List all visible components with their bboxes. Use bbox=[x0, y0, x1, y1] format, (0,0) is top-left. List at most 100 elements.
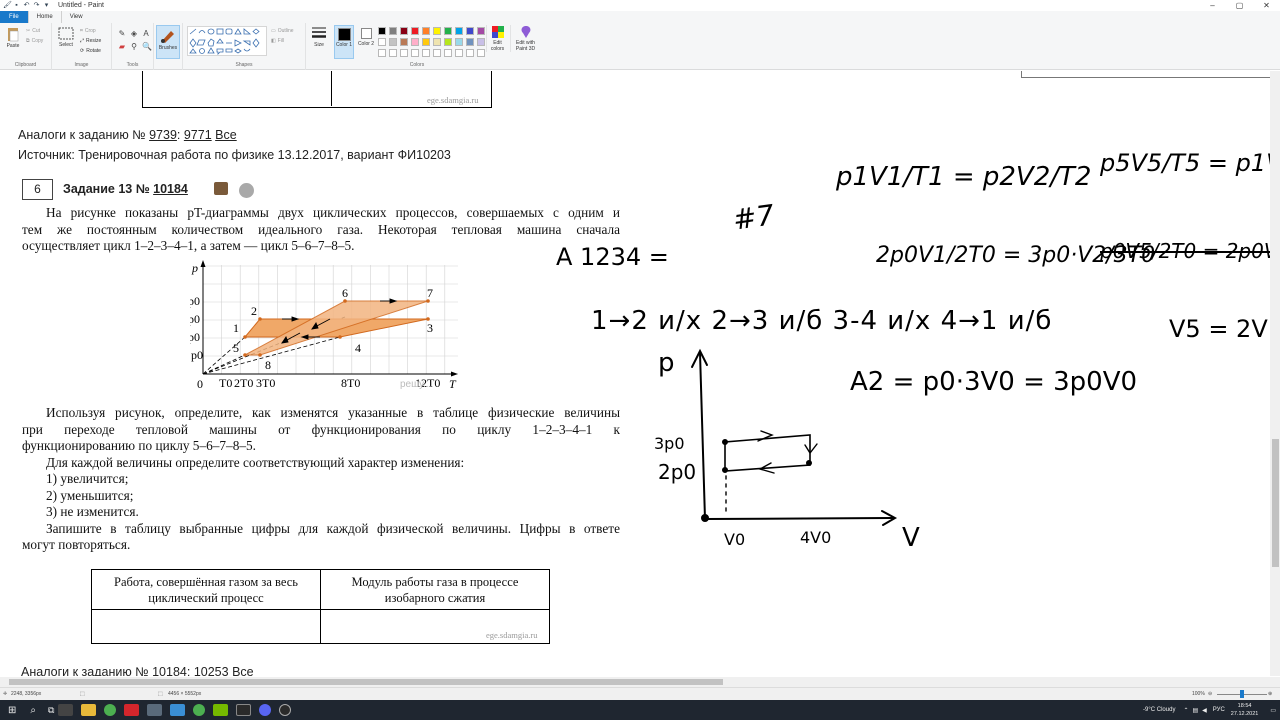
palette-swatch-empty[interactable] bbox=[466, 49, 474, 57]
color2-swatch bbox=[360, 28, 372, 39]
palette-swatch[interactable] bbox=[411, 27, 419, 35]
resize-button[interactable]: ⤢ Resize bbox=[80, 38, 101, 44]
palette-swatch[interactable] bbox=[477, 38, 485, 46]
clock[interactable]: 18:54 27.12.2021 bbox=[1231, 702, 1259, 718]
brushes-label: Brushes bbox=[158, 45, 178, 51]
palette-swatch[interactable] bbox=[433, 27, 441, 35]
taskbar-app-icon[interactable] bbox=[213, 704, 229, 716]
minimize-button[interactable]: – bbox=[1199, 0, 1226, 11]
paste-button[interactable]: Paste bbox=[3, 26, 23, 49]
palette-swatch[interactable] bbox=[389, 27, 397, 35]
zoom-slider-thumb[interactable] bbox=[1240, 690, 1244, 698]
fill-bucket-icon[interactable]: ◈ bbox=[130, 30, 138, 38]
shapes-gallery[interactable] bbox=[187, 26, 267, 56]
zoom-out-icon[interactable]: ⊖ bbox=[1208, 691, 1212, 697]
select-rect-icon bbox=[58, 27, 74, 40]
size-button[interactable]: Size bbox=[308, 25, 330, 48]
palette-swatch-empty[interactable] bbox=[455, 49, 463, 57]
brushes-button[interactable]: Brushes bbox=[156, 25, 180, 59]
weather-widget[interactable]: -9°C Cloudy bbox=[1143, 707, 1175, 713]
cut-button[interactable]: ✂ Cut bbox=[26, 28, 40, 34]
palette-swatch-empty[interactable] bbox=[477, 49, 485, 57]
horizontal-scrollbar[interactable] bbox=[0, 677, 1280, 687]
palette-swatch[interactable] bbox=[389, 38, 397, 46]
crop-icon: ⌗ bbox=[80, 28, 83, 34]
vertical-scrollbar[interactable] bbox=[1270, 71, 1280, 676]
rotate-button[interactable]: ⟳ Rotate bbox=[80, 48, 101, 54]
outline-dropdown[interactable]: ▭ Outline bbox=[271, 28, 294, 34]
palette-swatch[interactable] bbox=[466, 38, 474, 46]
palette-swatch[interactable] bbox=[444, 38, 452, 46]
select-button[interactable]: Select bbox=[56, 27, 76, 48]
paint-taskbar-icon[interactable] bbox=[147, 704, 163, 716]
drawing-canvas[interactable]: ege.sdamgia.ru Аналоги к заданию № 9739:… bbox=[0, 71, 1270, 676]
paint-window: 🖌 ▪ ↶ ↷ ▾ Untitled - Paint – ▢ ✕ File Ho… bbox=[0, 0, 1280, 720]
taskbar-app-icon[interactable] bbox=[279, 704, 292, 716]
discord-icon[interactable] bbox=[259, 704, 272, 716]
tab-home[interactable]: Home bbox=[27, 11, 62, 23]
chrome-icon[interactable] bbox=[104, 704, 117, 716]
note-v5: V5 = 2V1 bbox=[1169, 315, 1270, 343]
palette-swatch[interactable] bbox=[455, 27, 463, 35]
tray-chevron-icon[interactable]: ⌃ bbox=[1183, 707, 1188, 714]
search-icon[interactable]: ⌕ bbox=[30, 705, 36, 716]
eraser-icon[interactable]: ▰ bbox=[118, 43, 126, 51]
palette-swatch[interactable] bbox=[433, 38, 441, 46]
palette-swatch[interactable] bbox=[400, 27, 408, 35]
zoom-in-icon[interactable]: ⊕ bbox=[1268, 691, 1272, 697]
chrome-icon[interactable] bbox=[193, 704, 206, 716]
fill-dropdown[interactable]: ◧ Fill bbox=[271, 38, 284, 44]
close-button[interactable]: ✕ bbox=[1253, 0, 1280, 11]
language-indicator[interactable]: РУС bbox=[1213, 707, 1225, 713]
copy-button[interactable]: ⧉ Copy bbox=[26, 38, 43, 44]
taskbar-app-icon[interactable] bbox=[124, 704, 140, 716]
magnifier-icon[interactable]: 🔍 bbox=[142, 43, 152, 51]
crop-button[interactable]: ⌗ Crop bbox=[80, 28, 96, 34]
tab-view[interactable]: View bbox=[62, 11, 91, 23]
palette-swatch[interactable] bbox=[378, 38, 386, 46]
redo-icon[interactable]: ↷ bbox=[33, 2, 40, 9]
palette-swatch-empty[interactable] bbox=[378, 49, 386, 57]
handwritten-notes: #7 A 1234 = p1V1/T1 = p2V2/T2 p5V5/T5 = … bbox=[0, 71, 1270, 676]
pencil-icon[interactable]: ✎ bbox=[118, 30, 126, 38]
palette-swatch[interactable] bbox=[400, 38, 408, 46]
palette-swatch-empty[interactable] bbox=[422, 49, 430, 57]
palette-swatch[interactable] bbox=[422, 27, 430, 35]
palette-swatch[interactable] bbox=[422, 38, 430, 46]
vertical-scroll-thumb[interactable] bbox=[1272, 439, 1279, 567]
palette-swatch-empty[interactable] bbox=[433, 49, 441, 57]
taskbar-app-icon[interactable] bbox=[58, 704, 74, 716]
file-explorer-icon[interactable] bbox=[81, 704, 97, 716]
palette-swatch-empty[interactable] bbox=[400, 49, 408, 57]
network-icon[interactable]: ▤ bbox=[1192, 707, 1198, 714]
color-picker-icon[interactable]: ⚲ bbox=[130, 43, 138, 51]
edit-colors-button[interactable]: Edit colors bbox=[486, 25, 508, 52]
palette-swatch[interactable] bbox=[455, 38, 463, 46]
palette-swatch[interactable] bbox=[477, 27, 485, 35]
task-view-icon[interactable]: ⧉ bbox=[48, 705, 54, 716]
taskbar-app-icon[interactable] bbox=[236, 704, 252, 716]
palette-swatch[interactable] bbox=[466, 27, 474, 35]
color2-button[interactable]: Color 2 bbox=[356, 25, 376, 47]
volume-icon[interactable]: ◀ bbox=[1202, 707, 1207, 714]
shapes-gallery-icons bbox=[189, 28, 260, 55]
palette-swatch-empty[interactable] bbox=[444, 49, 452, 57]
horizontal-scroll-thumb[interactable] bbox=[9, 679, 723, 685]
palette-swatch-empty[interactable] bbox=[411, 49, 419, 57]
palette-swatch-empty[interactable] bbox=[389, 49, 397, 57]
color1-button[interactable]: Color 1 bbox=[334, 25, 354, 59]
brush-icon bbox=[161, 31, 174, 43]
notifications-icon[interactable]: ▭ bbox=[1270, 707, 1276, 714]
palette-swatch[interactable] bbox=[411, 38, 419, 46]
maximize-button[interactable]: ▢ bbox=[1226, 0, 1253, 11]
palette-swatch[interactable] bbox=[444, 27, 452, 35]
undo-icon[interactable]: ↶ bbox=[23, 2, 30, 9]
text-tool-icon[interactable]: A bbox=[142, 30, 150, 38]
customize-chevron-icon[interactable]: ▾ bbox=[43, 2, 50, 9]
paint3d-button[interactable]: Edit with Paint 3D bbox=[510, 25, 540, 52]
palette-swatch[interactable] bbox=[378, 27, 386, 35]
start-windows-icon[interactable]: ⊞ bbox=[8, 705, 16, 716]
tab-file[interactable]: File bbox=[0, 11, 28, 23]
taskbar-app-icon[interactable] bbox=[170, 704, 186, 716]
save-icon[interactable]: ▪ bbox=[13, 2, 20, 9]
